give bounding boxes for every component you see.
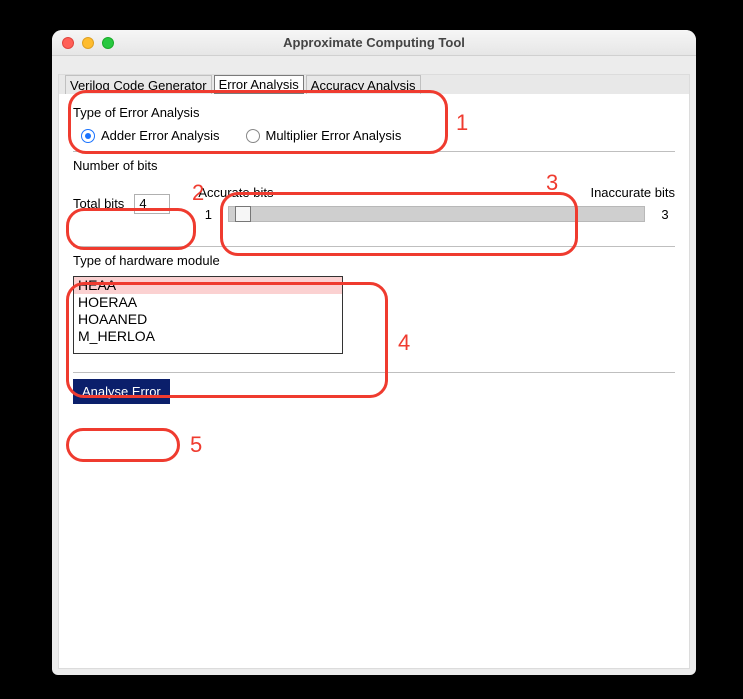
list-item[interactable]: HOERAA (74, 294, 342, 311)
separator (73, 246, 675, 247)
tab-label: Accuracy Analysis (311, 78, 416, 93)
list-item[interactable]: M_HERLOA (74, 328, 342, 345)
separator (73, 372, 675, 373)
bits-row: Total bits Accurate bits Inaccurate bits… (73, 185, 675, 222)
module-listbox[interactable]: HEAA HOERAA HOAANED M_HERLOA (73, 276, 343, 354)
tab-verilog-generator[interactable]: Verilog Code Generator (65, 75, 212, 94)
tab-bar: Verilog Code Generator Error Analysis Ac… (59, 75, 689, 95)
bits-slider[interactable] (228, 206, 645, 222)
inaccurate-bits-label: Inaccurate bits (590, 185, 675, 200)
slider-knob-icon[interactable] (235, 206, 251, 222)
analysis-type-group: Adder Error Analysis Multiplier Error An… (73, 128, 675, 143)
window-controls (62, 37, 114, 49)
list-item[interactable]: HOAANED (74, 311, 342, 328)
app-window: Approximate Computing Tool Verilog Code … (52, 30, 696, 675)
accurate-bits-label: Accurate bits (198, 185, 273, 200)
list-item[interactable]: HEAA (74, 277, 342, 294)
content-area: Verilog Code Generator Error Analysis Ac… (58, 74, 690, 669)
accurate-bits-value: 1 (198, 207, 218, 222)
radio-label: Adder Error Analysis (101, 128, 220, 143)
tab-accuracy-analysis[interactable]: Accuracy Analysis (306, 75, 421, 94)
window-title: Approximate Computing Tool (60, 35, 688, 50)
bits-heading: Number of bits (73, 158, 675, 173)
radio-icon (246, 129, 260, 143)
radio-adder[interactable]: Adder Error Analysis (81, 128, 220, 143)
total-bits-input[interactable] (134, 194, 170, 214)
type-heading: Type of Error Analysis (73, 105, 675, 120)
radio-multiplier[interactable]: Multiplier Error Analysis (246, 128, 402, 143)
titlebar: Approximate Computing Tool (52, 30, 696, 56)
tab-label: Verilog Code Generator (70, 78, 207, 93)
analyse-error-button[interactable]: Analyse Error (73, 379, 170, 404)
radio-label: Multiplier Error Analysis (266, 128, 402, 143)
zoom-icon[interactable] (102, 37, 114, 49)
module-heading: Type of hardware module (73, 253, 675, 268)
tab-label: Error Analysis (219, 77, 299, 92)
radio-icon (81, 129, 95, 143)
close-icon[interactable] (62, 37, 74, 49)
inaccurate-bits-value: 3 (655, 207, 675, 222)
accuracy-split: Accurate bits Inaccurate bits 1 3 (198, 185, 675, 222)
tab-error-analysis[interactable]: Error Analysis (214, 75, 304, 94)
total-bits-label: Total bits (73, 196, 124, 211)
error-analysis-pane: Type of Error Analysis Adder Error Analy… (59, 95, 689, 414)
separator (73, 151, 675, 152)
minimize-icon[interactable] (82, 37, 94, 49)
